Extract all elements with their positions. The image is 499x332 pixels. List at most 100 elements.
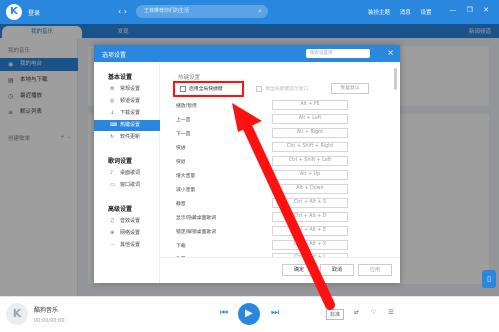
- play-button[interactable]: ▶: [238, 303, 260, 325]
- hotkey-field[interactable]: Ctrl + Shift + Left: [272, 156, 348, 166]
- hotkey-field[interactable]: Ctrl + Alt + X: [272, 240, 348, 250]
- settings-item-network[interactable]: ⊕ 网络设置: [94, 228, 160, 239]
- hotkey-field[interactable]: Ctrl + Alt + D: [272, 212, 348, 222]
- login-link[interactable]: 登录: [28, 8, 40, 17]
- conflict-popup-checkbox[interactable]: [256, 86, 262, 92]
- next-icon[interactable]: ⏭: [271, 308, 279, 318]
- previous-icon[interactable]: ⏮: [220, 308, 228, 318]
- hotkey-row: 快进 Ctrl + Shift + Right: [176, 142, 396, 153]
- top-bar: K 登录 ‹ › 王菲推荐你们的生活 ⌕ 装扮主题 消息 设置 — ❐ ✕: [0, 0, 499, 24]
- message-link[interactable]: 消息: [400, 10, 411, 16]
- close-icon[interactable]: ×: [387, 48, 394, 58]
- settings-item-general[interactable]: ⚙ 常规设置: [94, 84, 160, 95]
- lyric-icon: ♪: [110, 170, 114, 176]
- settings-item-label: 软件更新: [120, 134, 141, 140]
- top-links: 装扮主题 消息 设置: [368, 8, 440, 16]
- hotkey-row: 快退 Ctrl + Shift + Left: [176, 156, 396, 167]
- keyboard-icon: ⌨: [110, 122, 118, 128]
- settings-item-hotkeys[interactable]: ⌨ 热键设置: [94, 120, 160, 131]
- search-icon[interactable]: ⌕: [258, 5, 262, 18]
- hotkey-field[interactable]: Alt + F5: [272, 100, 348, 110]
- hotkey-section-title: 热键设置: [178, 75, 201, 81]
- category-advanced: 高级设置: [108, 206, 133, 213]
- settings-item-label: 窗口歌词: [120, 182, 141, 188]
- hotkey-settings-panel: 热键设置 启用全局快捷键 弹出快捷键提示窗口 恢复默认 播放/暂停 Alt + F…: [160, 62, 400, 257]
- hotkey-label: 下一首: [176, 132, 191, 137]
- hotkey-field[interactable]: Ctrl + Shift + Right: [272, 142, 348, 152]
- hotkey-row: 下一首 Alt + Right: [176, 128, 396, 139]
- settings-item-download[interactable]: ↓ 下载设置: [94, 108, 160, 119]
- settings-link[interactable]: 设置: [421, 10, 432, 16]
- hotkey-label: 上一首: [176, 118, 191, 123]
- hotkey-label: 减小音量: [176, 188, 196, 193]
- hotkey-field[interactable]: Alt + Right: [272, 128, 348, 138]
- hotkey-field[interactable]: Ctrl + Alt + S: [272, 198, 348, 208]
- settings-item-update[interactable]: ↻ 软件更新: [94, 132, 160, 143]
- window-controls[interactable]: — ❐ ✕: [449, 6, 493, 14]
- track-title: 酷狗音乐: [34, 307, 59, 314]
- player-bar: K 酷狗音乐 00:00/00:00 ⏮ ▶ ⏭ 标准 ⇄ ♡ ☰: [0, 296, 499, 332]
- cancel-button[interactable]: 取消: [320, 264, 354, 276]
- settings-item-label: 音效设置: [120, 218, 141, 224]
- dialog-header: 选项设置 搜索设置项 ×: [94, 45, 400, 62]
- hotkey-label: 锁定/解锁桌面歌词: [176, 230, 216, 235]
- quality-selector[interactable]: 标准: [326, 309, 345, 320]
- hotkey-row: 显示/隐藏桌面歌词 Ctrl + Alt + D: [176, 212, 396, 223]
- settings-item-other[interactable]: ⋯ 其他设置: [94, 240, 160, 251]
- hotkey-field[interactable]: Alt + Left: [272, 114, 348, 124]
- settings-item-label: 其他设置: [120, 242, 141, 248]
- settings-item-label: 常规设置: [120, 86, 141, 92]
- settings-item-label: 下载设置: [120, 110, 141, 116]
- dialog-footer: 确定 取消 应用: [160, 257, 400, 283]
- settings-item-label: 桌面歌词: [120, 170, 141, 176]
- skin-link[interactable]: 装扮主题: [368, 10, 390, 16]
- network-icon: ⊕: [110, 230, 115, 236]
- hotkey-field[interactable]: Alt + Up: [272, 170, 348, 180]
- settings-dialog: 选项设置 搜索设置项 × 基本设置 ⚙ 常规设置 ◎ 频道设置 ↓ 下载设置 ⌨ 热键设…: [94, 45, 400, 283]
- search-placeholder: 王菲推荐你们的生活: [144, 8, 190, 14]
- category-lyrics: 歌词设置: [108, 158, 133, 165]
- hotkey-row: 减小音量 Alt + Down: [176, 184, 396, 195]
- update-icon: ↻: [110, 134, 115, 140]
- hotkey-row: 上一首 Alt + Left: [176, 114, 396, 125]
- hotkey-row: 锁定/解锁桌面歌词 Ctrl + Alt + E: [176, 226, 396, 237]
- settings-item-window-lyrics[interactable]: ▭ 窗口歌词: [94, 180, 160, 191]
- hotkey-row: 下载 Ctrl + Alt + X: [176, 240, 396, 251]
- dialog-title: 选项设置: [102, 52, 127, 59]
- apply-button[interactable]: 应用: [358, 264, 392, 276]
- hotkey-label: 静音: [176, 202, 186, 207]
- equalizer-icon: ♫: [110, 218, 115, 224]
- conflict-popup-label: 弹出快捷键提示窗口: [265, 87, 309, 92]
- hotkey-label: 快进: [176, 146, 186, 151]
- track-time: 00:00/00:00: [34, 318, 65, 324]
- hotkey-field[interactable]: Alt + Down: [272, 184, 348, 194]
- hotkey-row: 增大音量 Alt + Up: [176, 170, 396, 181]
- album-cover[interactable]: K: [6, 303, 28, 325]
- window-icon: ▭: [110, 182, 115, 188]
- settings-item-label: 热键设置: [120, 122, 141, 128]
- hotkey-field[interactable]: Ctrl + Alt + E: [272, 226, 348, 236]
- phone-icon[interactable]: ▯: [482, 270, 496, 288]
- app-logo: K: [6, 4, 22, 20]
- hotkey-row: 播放/暂停 Alt + F5: [176, 100, 396, 111]
- settings-item-channel[interactable]: ◎ 频道设置: [94, 96, 160, 107]
- restore-default-button[interactable]: 恢复默认: [331, 83, 369, 94]
- annotation-highlight-box: [173, 81, 244, 97]
- search-input[interactable]: 王菲推荐你们的生活 ⌕: [136, 5, 268, 18]
- hotkey-label: 快退: [176, 160, 186, 165]
- hotkey-label: 下载: [176, 244, 186, 249]
- settings-item-sound-effects[interactable]: ♫ 音效设置: [94, 216, 160, 227]
- nav-back-forward[interactable]: ‹ ›: [118, 7, 127, 16]
- ok-button[interactable]: 确定: [282, 264, 316, 276]
- scrollbar[interactable]: [394, 68, 397, 90]
- hotkey-label: 增大音量: [176, 174, 196, 179]
- settings-item-desktop-lyrics[interactable]: ♪ 桌面歌词: [94, 168, 160, 179]
- hotkey-label: 播放/暂停: [176, 104, 197, 109]
- download-icon: ↓: [110, 110, 115, 116]
- dialog-category-list: 基本设置 ⚙ 常规设置 ◎ 频道设置 ↓ 下载设置 ⌨ 热键设置 ↻ 软件更新 歌词设置 …: [94, 62, 160, 283]
- settings-item-label: 网络设置: [120, 230, 141, 236]
- hotkey-label: 显示/隐藏桌面歌词: [176, 216, 216, 221]
- more-icon: ⋯: [110, 242, 115, 248]
- dialog-search-input[interactable]: 搜索设置项: [306, 49, 370, 58]
- player-tool-icons[interactable]: ⇄ ♡ ☰: [354, 309, 399, 316]
